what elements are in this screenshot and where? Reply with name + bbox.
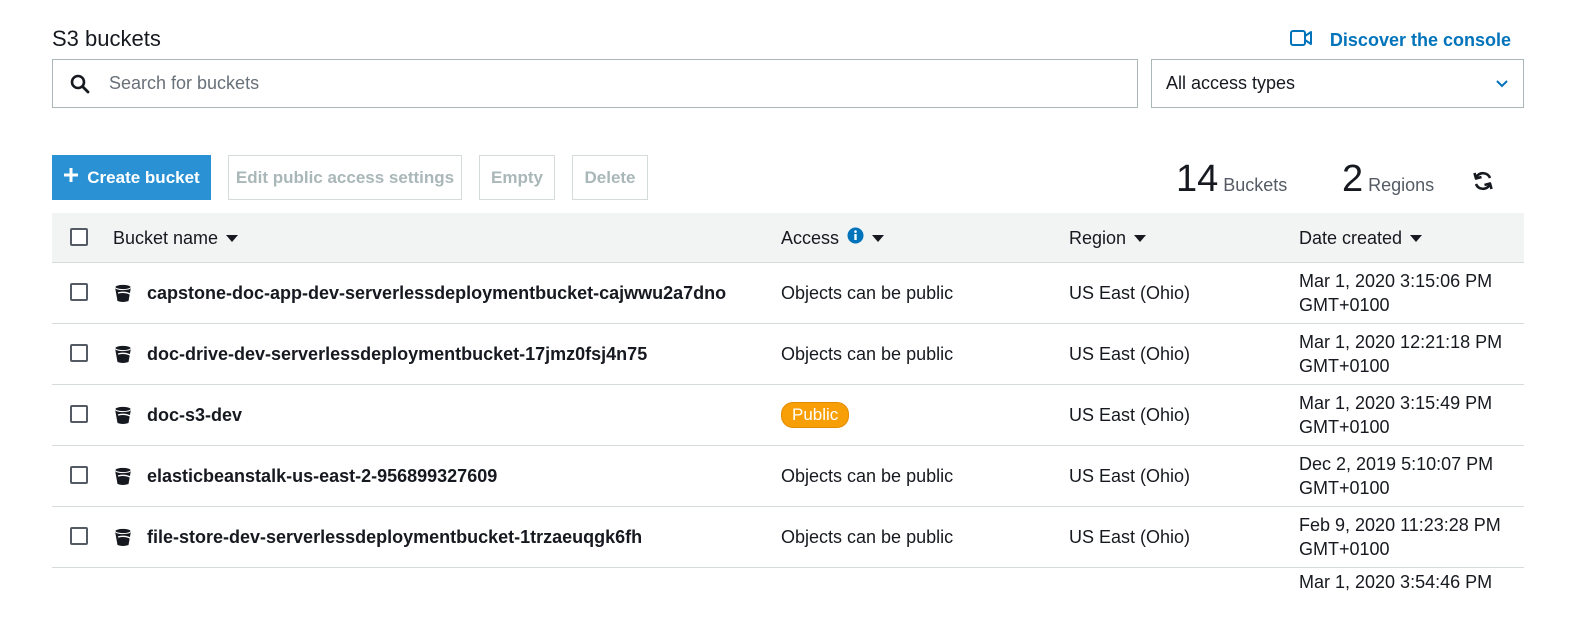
empty-button[interactable]: Empty xyxy=(479,155,555,200)
date-timezone: GMT+0100 xyxy=(1299,478,1390,498)
date-value: Dec 2, 2019 5:10:07 PM xyxy=(1299,454,1494,474)
row-checkbox[interactable] xyxy=(70,283,88,301)
access-type-select[interactable]: All access types xyxy=(1151,59,1524,108)
search-icon xyxy=(53,74,107,94)
bucket-name: capstone-doc-app-dev-serverlessdeploymen… xyxy=(147,282,727,303)
edit-public-access-button[interactable]: Edit public access settings xyxy=(228,155,462,200)
date-value: Mar 1, 2020 3:54:46 PM xyxy=(1299,572,1493,592)
table-row[interactable]: file-store-dev-serverlessdeploymentbucke… xyxy=(52,507,1524,568)
video-icon xyxy=(1289,29,1312,52)
date-value: Mar 1, 2020 3:15:06 PM xyxy=(1299,271,1493,291)
date-cell: Feb 9, 2020 11:23:28 PM GMT+0100 xyxy=(1299,507,1501,567)
bucket-icon xyxy=(113,466,133,486)
regions-count-value: 2 xyxy=(1342,158,1364,200)
regions-count-label: Regions xyxy=(1368,175,1435,195)
access-cell: Objects can be public xyxy=(781,282,954,303)
table-row[interactable]: capstone-doc-app-dev-serverlessdeploymen… xyxy=(52,263,1524,324)
column-date-created-label: Date created xyxy=(1299,227,1403,248)
date-cell: Mar 1, 2020 3:15:49 PM GMT+0100 xyxy=(1299,385,1492,445)
column-region[interactable]: Region xyxy=(1069,213,1147,263)
bucket-name-link[interactable]: doc-s3-dev xyxy=(113,385,242,445)
row-checkbox[interactable] xyxy=(70,527,88,545)
row-checkbox[interactable] xyxy=(70,344,88,362)
bucket-name: doc-drive-dev-serverlessdeploymentbucket… xyxy=(147,343,648,364)
plus-icon xyxy=(63,167,79,188)
discover-console-link[interactable]: Discover the console xyxy=(1289,29,1511,52)
column-bucket-name-label: Bucket name xyxy=(113,227,219,248)
column-bucket-name[interactable]: Bucket name xyxy=(113,213,239,263)
access-cell: Objects can be public xyxy=(781,465,954,486)
date-timezone: GMT+0100 xyxy=(1299,295,1390,315)
sort-caret-icon xyxy=(1410,234,1423,242)
bucket-name-link[interactable]: file-store-dev-serverlessdeploymentbucke… xyxy=(113,507,642,567)
date-cell: Mar 1, 2020 3:54:46 PM xyxy=(1299,572,1492,633)
sort-caret-icon xyxy=(872,234,885,242)
date-value: Feb 9, 2020 11:23:28 PM xyxy=(1299,515,1501,535)
public-badge: Public xyxy=(781,402,850,428)
access-cell: Objects can be public xyxy=(781,343,954,364)
column-date-created[interactable]: Date created xyxy=(1299,213,1423,263)
bucket-icon xyxy=(113,344,133,364)
sort-caret-icon xyxy=(1134,234,1147,242)
delete-button[interactable]: Delete xyxy=(572,155,648,200)
region-cell: US East (Ohio) xyxy=(1069,404,1191,425)
date-timezone: GMT+0100 xyxy=(1299,417,1390,437)
bucket-name: doc-s3-dev xyxy=(147,404,243,425)
bucket-name: file-store-dev-serverlessdeploymentbucke… xyxy=(147,526,643,547)
table-row[interactable]: doc-drive-dev-serverlessdeploymentbucket… xyxy=(52,324,1524,385)
discover-console-label: Discover the console xyxy=(1329,30,1511,50)
chevron-down-icon xyxy=(1495,73,1509,94)
column-access-label: Access xyxy=(781,227,840,248)
bucket-icon xyxy=(113,283,133,303)
table-row[interactable]: Mar 1, 2020 3:54:46 PM xyxy=(52,568,1524,629)
search-box xyxy=(52,59,1138,108)
bucket-name-link[interactable]: capstone-doc-app-dev-serverlessdeploymen… xyxy=(113,263,726,323)
sort-caret-icon xyxy=(226,234,239,242)
region-cell: US East (Ohio) xyxy=(1069,526,1191,547)
refresh-icon[interactable] xyxy=(1472,170,1494,197)
buckets-count-value: 14 xyxy=(1176,158,1219,200)
date-cell: Mar 1, 2020 12:21:18 PM GMT+0100 xyxy=(1299,324,1502,384)
search-input[interactable] xyxy=(107,59,1137,108)
create-bucket-button[interactable]: Create bucket xyxy=(52,155,211,200)
date-value: Mar 1, 2020 12:21:18 PM xyxy=(1299,332,1503,352)
bucket-name-link[interactable]: elasticbeanstalk-us-east-2-956899327609 xyxy=(113,446,497,506)
row-checkbox[interactable] xyxy=(70,405,88,423)
buckets-count: 14 Buckets xyxy=(1176,158,1287,201)
date-timezone: GMT+0100 xyxy=(1299,356,1390,376)
bucket-icon xyxy=(113,527,133,547)
table-row[interactable]: elasticbeanstalk-us-east-2-956899327609 O… xyxy=(52,446,1524,507)
buckets-count-label: Buckets xyxy=(1223,175,1288,195)
bucket-name: elasticbeanstalk-us-east-2-956899327609 xyxy=(147,465,498,486)
access-cell: Public xyxy=(781,385,850,445)
region-cell: US East (Ohio) xyxy=(1069,343,1191,364)
date-value: Mar 1, 2020 3:15:49 PM xyxy=(1299,393,1493,413)
column-access[interactable]: Access xyxy=(781,213,885,263)
date-cell: Dec 2, 2019 5:10:07 PM GMT+0100 xyxy=(1299,446,1493,506)
access-type-selected: All access types xyxy=(1166,73,1296,93)
info-icon[interactable] xyxy=(847,227,864,249)
page-title: S3 buckets xyxy=(52,26,161,51)
bucket-icon xyxy=(113,405,133,425)
region-cell: US East (Ohio) xyxy=(1069,282,1191,303)
column-region-label: Region xyxy=(1069,227,1127,248)
select-all-checkbox[interactable] xyxy=(70,228,88,246)
table-header: Bucket name Access Region Date created xyxy=(52,213,1524,263)
regions-count: 2 Regions xyxy=(1342,158,1434,201)
row-checkbox[interactable] xyxy=(70,466,88,484)
access-cell: Objects can be public xyxy=(781,526,954,547)
date-timezone: GMT+0100 xyxy=(1299,539,1390,559)
create-bucket-label: Create bucket xyxy=(87,167,200,187)
table-row[interactable]: doc-s3-dev Public US East (Ohio) Mar 1, 202… xyxy=(52,385,1524,446)
date-cell: Mar 1, 2020 3:15:06 PM GMT+0100 xyxy=(1299,263,1492,323)
region-cell: US East (Ohio) xyxy=(1069,465,1191,486)
bucket-name-link[interactable]: doc-drive-dev-serverlessdeploymentbucket… xyxy=(113,324,647,384)
